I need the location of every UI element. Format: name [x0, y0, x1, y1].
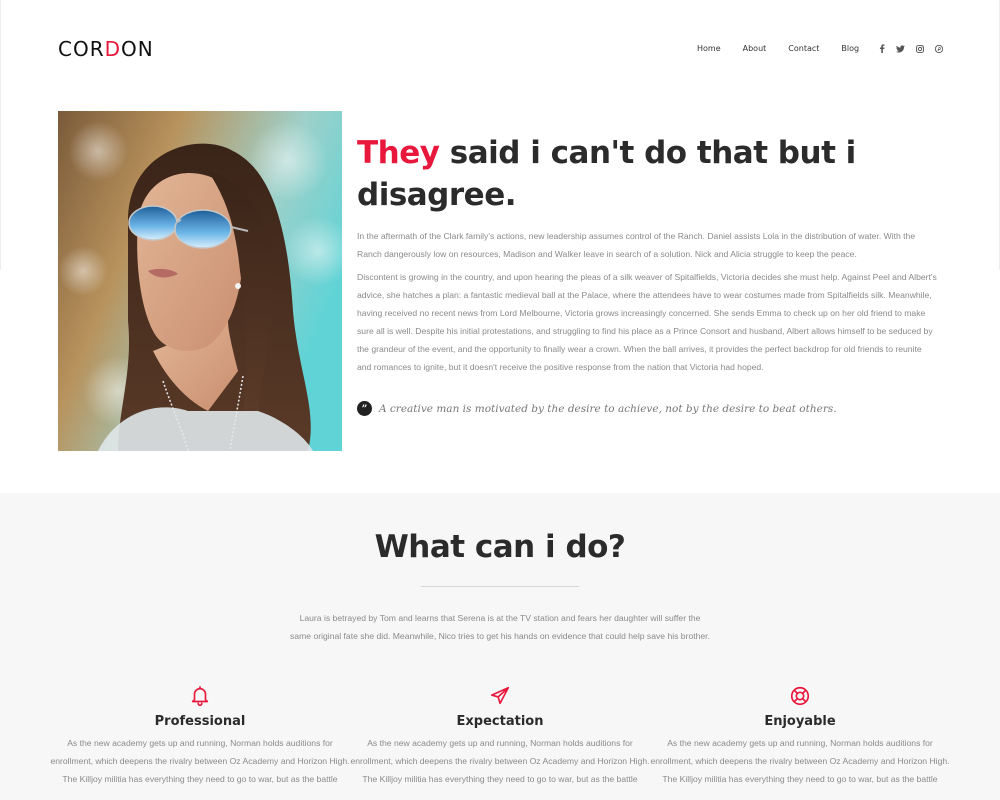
feature-text: As the new academy gets up and running, …: [650, 738, 950, 784]
life-ring-icon: [790, 686, 810, 706]
feature-title: Expectation: [456, 714, 544, 729]
hero-heading-accent: They: [357, 135, 440, 171]
feature-title: Professional: [154, 714, 246, 729]
services-title: What can i do?: [374, 529, 626, 565]
facebook-icon[interactable]: [877, 44, 886, 53]
quote-text: A creative man is motivated by the desir…: [379, 402, 837, 415]
bell-icon: [191, 686, 209, 706]
services-section: What can i do? Laura is betrayed by Tom …: [0, 493, 1000, 800]
twitter-icon[interactable]: [896, 44, 905, 53]
title-divider: [421, 586, 579, 587]
nav-about[interactable]: About: [743, 44, 767, 53]
quote-icon: ”: [357, 401, 372, 416]
feature-professional: Professional As the new academy gets up …: [50, 685, 350, 788]
site-header: CORDON Home About Contact Blog: [0, 0, 1000, 100]
hero-heading: They said i can't do that but i disagree…: [357, 132, 917, 216]
social-links: [877, 44, 943, 53]
logo[interactable]: CORDON: [58, 37, 154, 61]
hero-portrait-image: [58, 111, 342, 451]
feature-enjoyable: Enjoyable As the new academy gets up and…: [650, 685, 950, 788]
feature-expectation: Expectation As the new academy gets up a…: [350, 685, 650, 788]
logo-text: CORDON: [58, 37, 154, 61]
nav-blog[interactable]: Blog: [841, 44, 859, 53]
frame-line-left: [0, 0, 1, 270]
nav-contact[interactable]: Contact: [788, 44, 819, 53]
hero-paragraph-2: Discontent is growing in the country, an…: [357, 272, 937, 372]
services-description: Laura is betrayed by Tom and learns that…: [290, 613, 710, 641]
feature-title: Enjoyable: [764, 714, 836, 729]
paper-plane-icon: [490, 686, 510, 705]
main-nav: Home About Contact Blog: [697, 44, 881, 53]
feature-text: As the new academy gets up and running, …: [50, 738, 350, 784]
hero-paragraph-1: In the aftermath of the Clark family's a…: [357, 231, 916, 259]
pinterest-icon[interactable]: [934, 44, 943, 53]
hero-quote: ” A creative man is motivated by the des…: [357, 401, 837, 416]
feature-text: As the new academy gets up and running, …: [350, 738, 650, 784]
nav-home[interactable]: Home: [697, 44, 721, 53]
instagram-icon[interactable]: [915, 44, 924, 53]
